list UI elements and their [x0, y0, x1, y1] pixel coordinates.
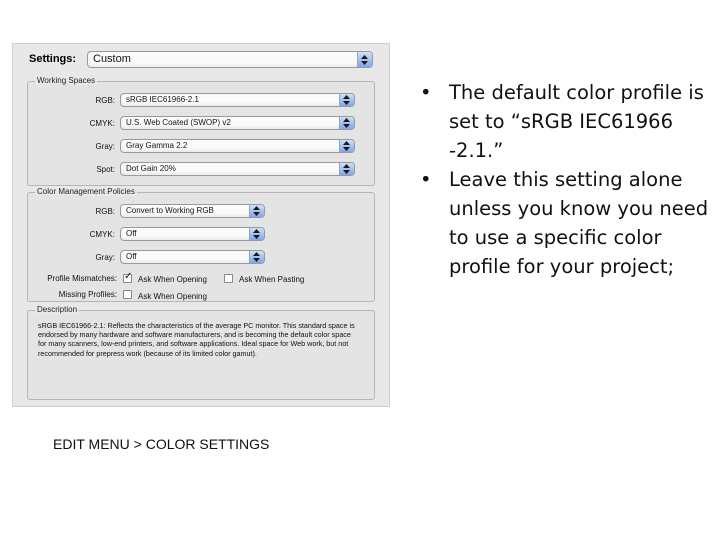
policy-gray-value: Off	[126, 252, 137, 261]
settings-preset-select[interactable]: Custom	[87, 51, 373, 68]
ws-cmyk-select[interactable]: U.S. Web Coated (SWOP) v2	[120, 116, 355, 130]
ws-gray-value: Gray Gamma 2.2	[126, 141, 188, 150]
ws-rgb-select[interactable]: sRGB IEC61966-2.1	[120, 93, 355, 107]
bullet-marker: •	[420, 81, 432, 104]
description-title: Description	[35, 305, 80, 314]
working-spaces-title: Working Spaces	[35, 76, 98, 85]
policy-rgb-select[interactable]: Convert to Working RGB	[120, 204, 265, 218]
ws-gray-label: Gray:	[95, 142, 115, 151]
policy-cmyk-value: Off	[126, 229, 137, 238]
missing-ask-opening-checkbox[interactable]	[123, 290, 132, 299]
bullet-item: • The default color profile is set to “s…	[420, 78, 710, 165]
stepper-arrows-icon	[339, 163, 354, 175]
mismatch-ask-pasting-checkbox[interactable]	[224, 274, 233, 283]
ws-spot-label: Spot:	[96, 165, 115, 174]
mismatch-ask-pasting-label: Ask When Pasting	[239, 275, 305, 284]
settings-preset-value: Custom	[93, 53, 131, 65]
policy-rgb-label: RGB:	[95, 207, 115, 216]
policy-cmyk-select[interactable]: Off	[120, 227, 265, 241]
stepper-arrows-icon	[339, 117, 354, 129]
policy-cmyk-label: CMYK:	[89, 230, 115, 239]
bullet-list: • The default color profile is set to “s…	[420, 78, 710, 281]
policies-group: Color Management Policies RGB: Convert t…	[27, 187, 375, 302]
ws-cmyk-label: CMYK:	[89, 119, 115, 128]
bullet-item: • Leave this setting alone unless you kn…	[420, 165, 710, 281]
policy-rgb-value: Convert to Working RGB	[126, 206, 214, 215]
ws-spot-value: Dot Gain 20%	[126, 164, 176, 173]
stepper-arrows-icon	[249, 205, 264, 217]
ws-rgb-value: sRGB IEC61966-2.1	[126, 95, 199, 104]
stepper-arrows-icon	[249, 228, 264, 240]
missing-ask-opening-label: Ask When Opening	[138, 292, 207, 301]
policy-gray-label: Gray:	[95, 253, 115, 262]
stepper-arrows-icon	[357, 52, 372, 67]
ws-rgb-label: RGB:	[95, 96, 115, 105]
working-spaces-group: Working Spaces RGB: sRGB IEC61966-2.1 CM…	[27, 76, 375, 186]
settings-label: Settings:	[29, 53, 77, 65]
stepper-arrows-icon	[339, 140, 354, 152]
stepper-arrows-icon	[249, 251, 264, 263]
stepper-arrows-icon	[339, 94, 354, 106]
policy-gray-select[interactable]: Off	[120, 250, 265, 264]
description-group: Description sRGB IEC61966-2.1: Reflects …	[27, 305, 375, 400]
description-text: sRGB IEC61966-2.1: Reflects the characte…	[38, 321, 355, 358]
mismatch-ask-opening-checkbox[interactable]	[123, 271, 132, 283]
ws-spot-select[interactable]: Dot Gain 20%	[120, 162, 355, 176]
profile-mismatches-label: Profile Mismatches:	[47, 274, 117, 283]
color-settings-dialog: Settings: Custom Working Spaces RGB: sRG…	[12, 43, 390, 407]
mismatch-ask-opening-label: Ask When Opening	[138, 275, 207, 284]
bullet-marker: •	[420, 168, 432, 191]
bullet-text: Leave this setting alone unless you know…	[449, 168, 709, 278]
ws-gray-select[interactable]: Gray Gamma 2.2	[120, 139, 355, 153]
ws-cmyk-value: U.S. Web Coated (SWOP) v2	[126, 118, 231, 127]
bullet-text: The default color profile is set to “sRG…	[449, 81, 704, 162]
missing-profiles-label: Missing Profiles:	[58, 290, 117, 299]
policies-title: Color Management Policies	[35, 187, 137, 196]
menu-path-caption: EDIT MENU > COLOR SETTINGS	[53, 436, 270, 452]
